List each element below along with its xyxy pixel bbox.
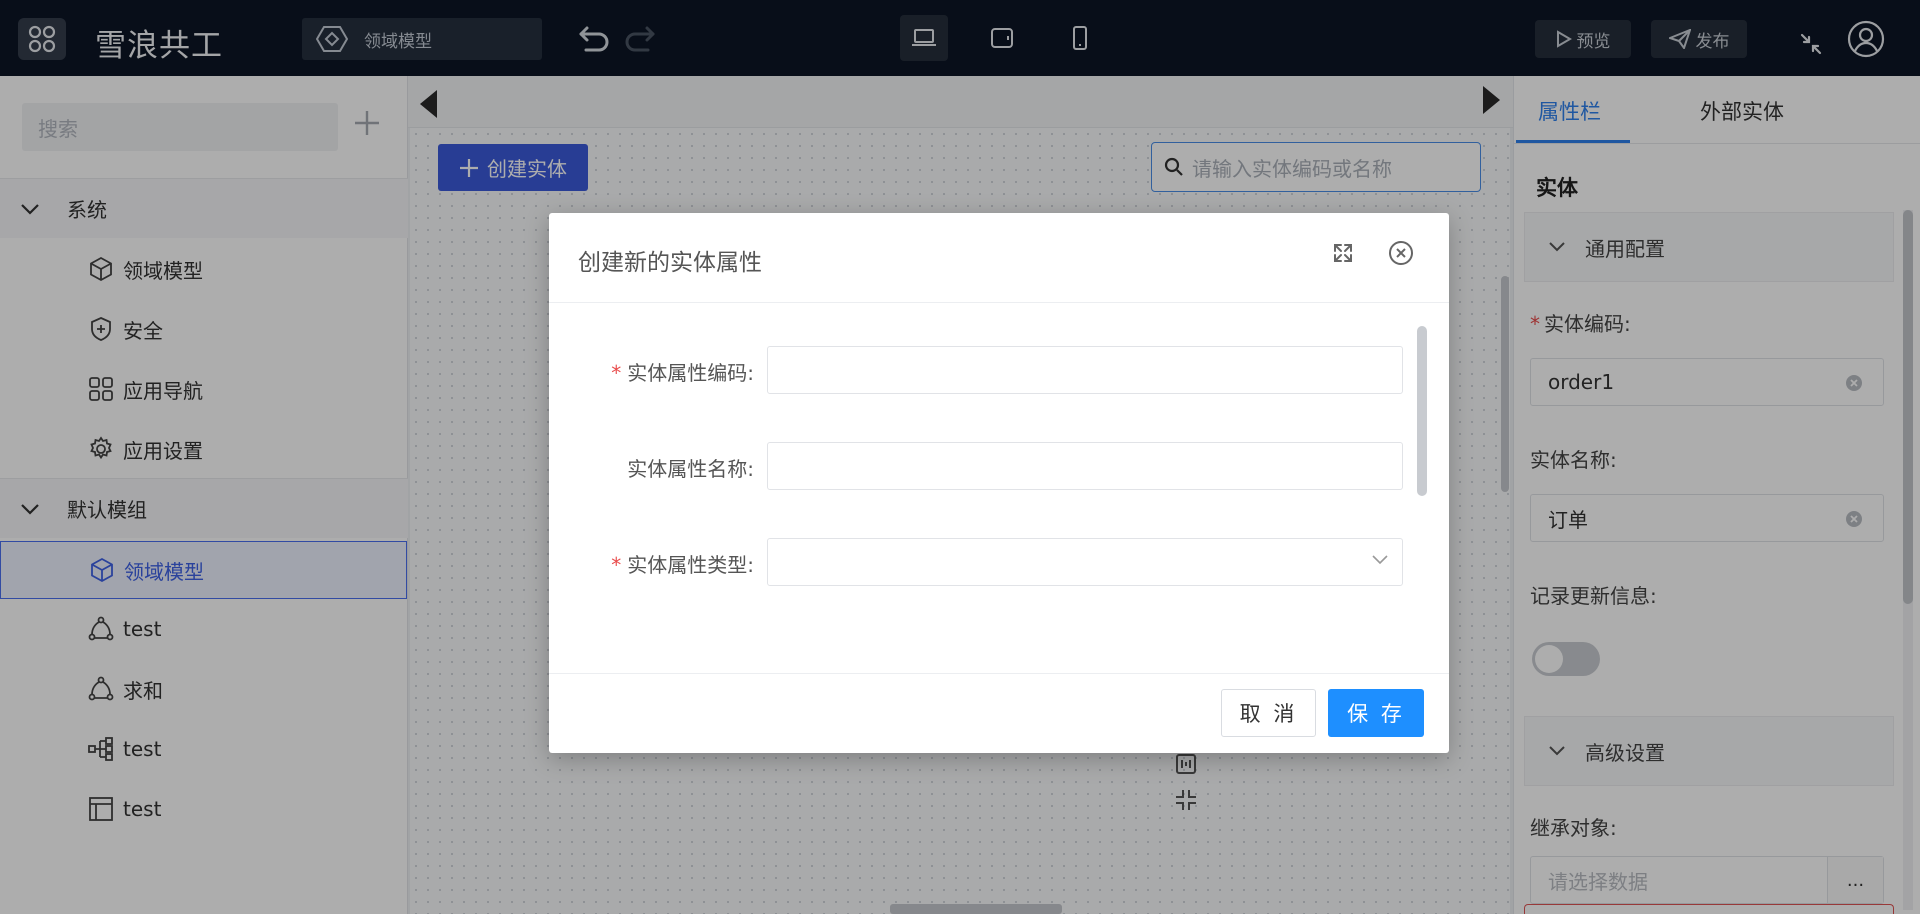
required-mark: * [611,361,622,385]
close-icon[interactable] [1387,239,1415,267]
attribute-code-label-text: 实体属性编码: [627,361,754,385]
dialog-title: 创建新的实体属性 [578,250,762,276]
required-mark: * [611,553,622,577]
chevron-down-icon [1372,555,1388,565]
app-window: 雪浪共工 领域模型 预览 发布 搜索 系统 领域模型 安全 应用导航 应用设置 … [0,0,1920,914]
attribute-name-input[interactable] [767,442,1403,490]
dialog-header: 创建新的实体属性 [549,213,1449,303]
attribute-code-label: * 实体属性编码: [549,357,754,386]
attribute-name-label: 实体属性名称: [627,457,754,481]
attribute-code-input[interactable] [767,346,1403,394]
save-button[interactable]: 保 存 [1328,689,1424,737]
create-attribute-dialog: 创建新的实体属性 * 实体属性编码: 实体属性名称: * 实体属性类型: 取 消 保… [549,213,1449,753]
cancel-button[interactable]: 取 消 [1221,689,1316,737]
maximize-icon[interactable] [1331,241,1355,265]
dialog-scrollbar[interactable] [1417,326,1427,496]
attribute-type-select[interactable] [767,538,1403,586]
attribute-type-label: * 实体属性类型: [549,549,754,578]
attribute-type-label-text: 实体属性类型: [627,553,754,577]
